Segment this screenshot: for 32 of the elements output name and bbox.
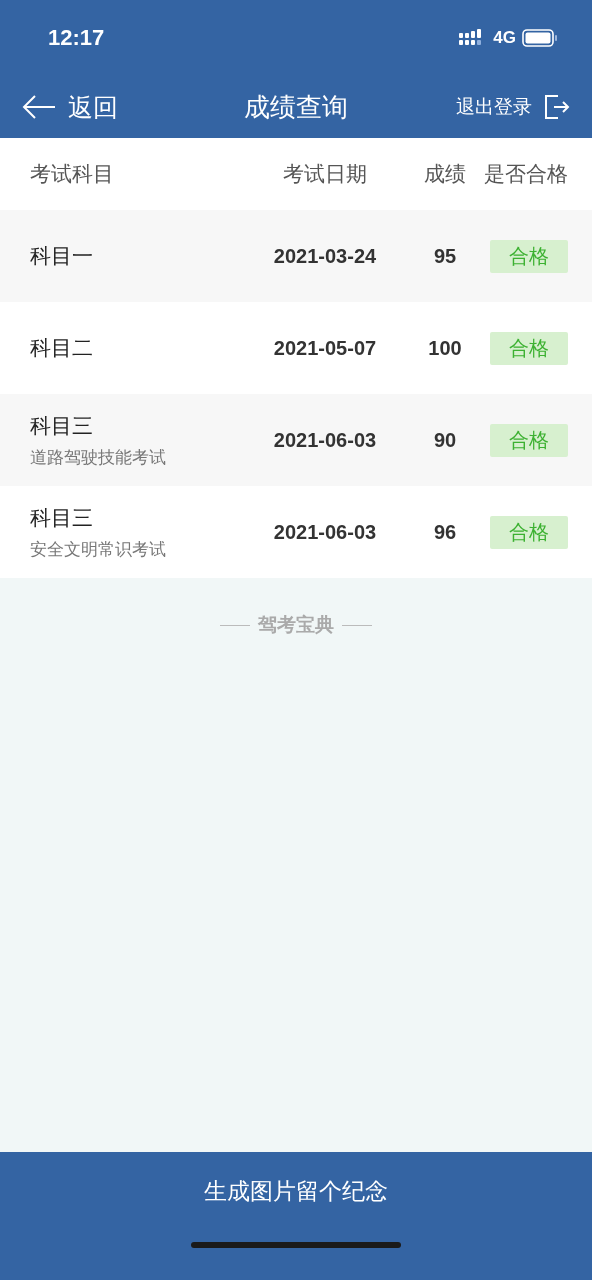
exam-date: 2021-05-07	[273, 336, 377, 360]
exam-score: 100	[428, 336, 462, 360]
page-title: 成绩查询	[244, 90, 348, 124]
column-header: 是否合格	[484, 161, 568, 188]
column-header: 考试日期	[283, 161, 367, 188]
status-time: 12:17	[48, 25, 105, 51]
exam-score: 96	[433, 520, 457, 544]
column-header: 考试科目	[30, 161, 115, 188]
generate-image-button[interactable]: 生成图片留个纪念	[204, 1174, 388, 1208]
subject-note: 道路驾驶技能考试	[30, 445, 167, 469]
logout-button[interactable]: 退出登录	[456, 94, 570, 120]
back-button[interactable]: 返回	[22, 90, 118, 124]
network-label: 4G	[493, 28, 516, 48]
battery-icon	[522, 29, 558, 47]
subject-name: 科目二	[30, 335, 94, 362]
exam-date: 2021-06-03	[273, 520, 377, 544]
subject-name: 科目三	[30, 412, 94, 440]
subject-note: 安全文明常识考试	[30, 537, 167, 561]
result-badge: 合格	[490, 423, 568, 457]
exam-date: 2021-03-24	[273, 244, 377, 268]
result-badge: 合格	[490, 515, 568, 549]
subject-name: 科目三	[30, 504, 94, 532]
result-badge: 合格	[490, 239, 568, 273]
exam-date: 2021-06-03	[273, 428, 377, 452]
subject-name: 科目一	[30, 243, 94, 270]
exam-score: 90	[433, 428, 457, 452]
column-header: 成绩	[424, 161, 466, 188]
result-badge: 合格	[490, 331, 568, 365]
back-arrow-icon	[22, 95, 56, 119]
logout-icon	[544, 94, 570, 120]
footer-brand: 驾考宝典	[258, 612, 334, 637]
exam-score: 95	[433, 244, 457, 268]
